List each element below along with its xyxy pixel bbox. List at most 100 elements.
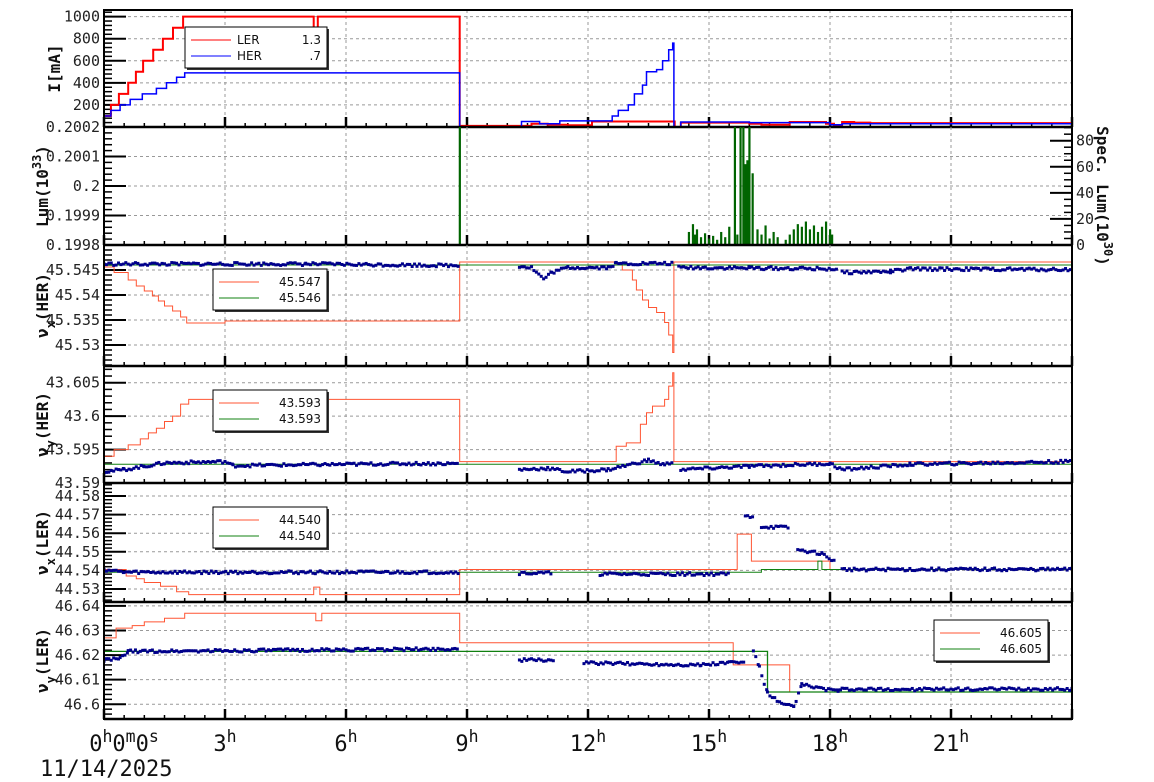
measured-point	[456, 572, 460, 576]
spec-lum-bar	[687, 231, 691, 245]
measured-point	[425, 569, 429, 573]
x-tick-label: 3h	[213, 727, 236, 758]
measured-point	[520, 659, 524, 663]
spec-lum-bar	[712, 235, 715, 245]
spec-lum-bar	[756, 229, 759, 245]
measured-point	[751, 649, 755, 653]
measured-point	[760, 674, 764, 678]
measured-point	[434, 265, 438, 269]
spec-lum-bar	[744, 164, 747, 245]
spec-lum-bar	[720, 231, 723, 245]
measured-point	[822, 552, 826, 556]
measured-point	[670, 260, 674, 264]
spec-lum-bar	[458, 127, 461, 245]
legend-entry-value: 44.540	[279, 513, 321, 527]
spec-lum-bar	[736, 234, 739, 245]
measured-point	[797, 691, 801, 695]
data-layer	[458, 127, 834, 245]
y-tick-label: 43.6	[64, 407, 100, 425]
spec-lum-bar	[760, 234, 763, 245]
measured-point	[133, 648, 137, 652]
y-tick-label: 45.54	[55, 286, 100, 304]
legend: LER 1.3 HER .7	[184, 26, 329, 70]
y-tick-label: 44.54	[55, 561, 100, 579]
legend: 43.593 43.593	[212, 389, 329, 433]
spec-lum-bar	[831, 234, 834, 245]
spec-lum-bar	[829, 229, 832, 245]
legend: 46.605 46.605	[933, 619, 1050, 663]
measured-point	[786, 526, 790, 530]
legend-entry-value: 43.593	[279, 396, 321, 410]
x-tick-label: 18h	[812, 727, 848, 758]
spec-lum-bar	[764, 225, 767, 245]
y-tick-label: 45.545	[46, 261, 100, 279]
legend-entry-value: 45.547	[279, 275, 321, 289]
legend: 45.547 45.546	[212, 268, 329, 312]
measured-point	[1056, 461, 1060, 465]
measured-point	[230, 263, 234, 267]
right-y-tick-label: 0	[1076, 236, 1085, 254]
measured-point	[765, 690, 769, 694]
measured-point	[670, 461, 674, 465]
spec-lum-bar	[804, 221, 807, 245]
measured-point	[850, 569, 854, 573]
measured-point	[962, 269, 966, 273]
legend-entry-value: 43.593	[279, 412, 321, 426]
measured-point	[726, 571, 730, 575]
measured-point	[530, 265, 534, 269]
panel-luminosity: 0.19980.19990.20.20010.2002Lum(1033)0204…	[30, 118, 1115, 266]
spec-lum-bar	[812, 225, 816, 245]
y-tick-label: 400	[73, 74, 100, 92]
measured-point	[611, 264, 615, 268]
panel-nux_ler: 44.5344.5444.5544.5644.5744.58νx(LER) 44.…	[33, 483, 1074, 604]
measured-point	[455, 461, 459, 465]
y-tick-label: 43.605	[46, 374, 100, 392]
spec-lum-bar	[796, 224, 799, 245]
measured-point	[905, 464, 909, 468]
x-tick-label: 21h	[933, 727, 969, 758]
y-tick-label: 0.2	[73, 177, 100, 195]
measured-point	[773, 696, 777, 700]
panel-current: 200 400 600 800 1000I[mA] LER 1.3 HER .7	[45, 8, 1074, 129]
measured-point	[834, 267, 838, 271]
measured-point	[762, 682, 766, 686]
spec-lum-bar	[728, 226, 731, 245]
measured-point	[813, 549, 817, 553]
right-y-tick-label: 80	[1076, 132, 1094, 150]
y-tick-label: 800	[73, 30, 100, 48]
measured-point	[799, 685, 803, 689]
measured-point	[830, 462, 834, 466]
measured-point	[549, 572, 553, 576]
panel-nuy_her: 43.5943.59543.643.605νy(HER) 43.59343.593	[33, 366, 1074, 492]
y-tick-label: 46.61	[55, 671, 100, 689]
measured-point	[187, 462, 191, 466]
x-tick-label: 15h	[691, 727, 727, 758]
y-axis-title: I[mA]	[45, 44, 64, 92]
measured-point	[552, 271, 556, 275]
measured-point	[456, 264, 460, 268]
spec-lum-bar	[739, 127, 742, 245]
legend-entry-value: 45.546	[279, 291, 321, 305]
y-tick-label: 0.1999	[46, 207, 100, 225]
y-axis-title: νy(HER)	[33, 392, 58, 457]
spec-lum-bar	[746, 160, 749, 245]
spec-lum-bar	[748, 127, 751, 245]
legend-entry-value: 44.540	[279, 529, 321, 543]
y-tick-label: 0.2001	[46, 148, 100, 166]
y-tick-label: 46.6	[64, 695, 100, 713]
y-tick-label: 46.62	[55, 646, 100, 664]
legend-entry-value: .7	[310, 49, 321, 63]
spec-lum-bar	[820, 226, 824, 245]
spec-lum-bar	[693, 234, 697, 245]
x-tick-label: 9h	[455, 727, 478, 758]
spec-lum-bar	[788, 234, 791, 245]
beam-monitor-chart: 2004006008001000I[mA]LER 1.3HER .70.19980.…	[30, 8, 1115, 782]
spec-lum-bar	[691, 224, 695, 245]
x-tick-label: 12h	[570, 727, 606, 758]
measured-point	[248, 465, 252, 469]
x-axis-date: 11/14/2025	[40, 757, 172, 782]
y-tick-label: 0.2002	[46, 118, 100, 136]
measured-point	[943, 268, 947, 272]
measured-point	[832, 558, 836, 562]
x-tick-label: 6h	[334, 727, 357, 758]
